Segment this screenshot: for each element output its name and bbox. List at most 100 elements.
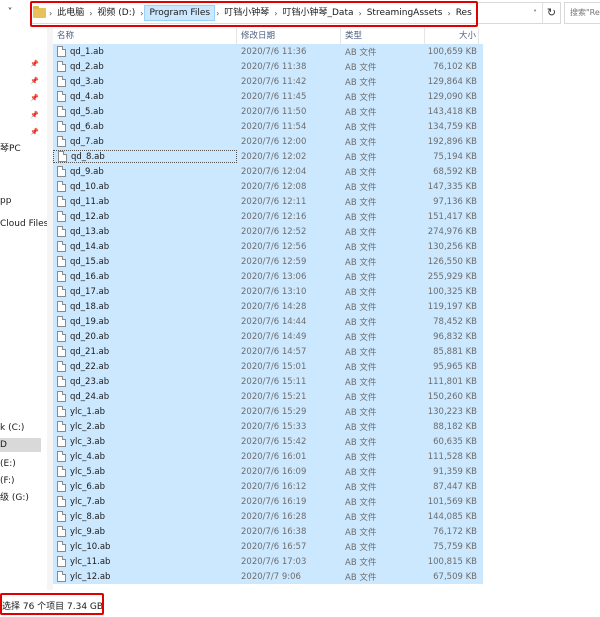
breadcrumb-data-folder[interactable]: 叮铛小钟琴_Data xyxy=(279,5,358,21)
column-header-type[interactable]: 类型 xyxy=(341,28,425,44)
file-name-cell[interactable]: qd_19.ab xyxy=(53,316,237,327)
file-row[interactable]: qd_15.ab 2020/7/6 12:59 AB 文件 126,550 KB xyxy=(53,254,483,269)
file-icon xyxy=(57,541,66,552)
file-row[interactable]: qd_2.ab 2020/7/6 11:38 AB 文件 76,102 KB xyxy=(53,59,483,74)
file-name-cell[interactable]: qd_2.ab xyxy=(53,61,237,72)
nav-item-app[interactable]: pp xyxy=(0,194,11,208)
breadcrumb-program-files[interactable]: Program Files xyxy=(144,5,216,21)
file-name-cell[interactable]: qd_17.ab xyxy=(53,286,237,297)
breadcrumb-drive-d[interactable]: 视频 (D:) xyxy=(93,5,139,21)
file-row[interactable]: ylc_3.ab 2020/7/6 15:42 AB 文件 60,635 KB xyxy=(53,434,483,449)
file-row[interactable]: ylc_5.ab 2020/7/6 16:09 AB 文件 91,359 KB xyxy=(53,464,483,479)
refresh-icon[interactable]: ↻ xyxy=(542,3,560,23)
file-row[interactable]: ylc_4.ab 2020/7/6 16:01 AB 文件 111,528 KB xyxy=(53,449,483,464)
column-header-name[interactable]: 名称 xyxy=(53,28,237,44)
file-name-cell[interactable]: qd_12.ab xyxy=(53,211,237,222)
chevron-down-icon[interactable]: ˅ xyxy=(3,6,17,20)
pin-icon: 📌 xyxy=(30,77,39,85)
file-name-cell[interactable]: ylc_4.ab xyxy=(53,451,237,462)
file-name-cell[interactable]: ylc_7.ab xyxy=(53,496,237,507)
file-name-cell[interactable]: qd_24.ab xyxy=(53,391,237,402)
file-row[interactable]: qd_10.ab 2020/7/6 12:08 AB 文件 147,335 KB xyxy=(53,179,483,194)
breadcrumb-app-folder[interactable]: 叮铛小钟琴 xyxy=(220,5,273,21)
breadcrumb-streaming-assets[interactable]: StreamingAssets xyxy=(363,5,447,21)
file-row[interactable]: ylc_7.ab 2020/7/6 16:19 AB 文件 101,569 KB xyxy=(53,494,483,509)
file-name-cell[interactable]: qd_22.ab xyxy=(53,361,237,372)
file-name-cell[interactable]: qd_21.ab xyxy=(53,346,237,357)
file-row[interactable]: ylc_12.ab 2020/7/7 9:06 AB 文件 67,509 KB xyxy=(53,569,483,584)
file-row[interactable]: qd_22.ab 2020/7/6 15:01 AB 文件 95,965 KB xyxy=(53,359,483,374)
file-name-cell[interactable]: qd_8.ab xyxy=(53,150,237,163)
file-row[interactable]: qd_20.ab 2020/7/6 14:49 AB 文件 96,832 KB xyxy=(53,329,483,344)
nav-item-drive-e[interactable]: (E:) xyxy=(0,457,16,471)
file-name-cell[interactable]: qd_7.ab xyxy=(53,136,237,147)
file-row[interactable]: qd_8.ab 2020/7/6 12:02 AB 文件 75,194 KB xyxy=(53,149,483,164)
file-row[interactable]: qd_18.ab 2020/7/6 14:28 AB 文件 119,197 KB xyxy=(53,299,483,314)
column-header-date[interactable]: 修改日期 xyxy=(237,28,341,44)
file-row[interactable]: qd_11.ab 2020/7/6 12:11 AB 文件 97,136 KB xyxy=(53,194,483,209)
file-name-cell[interactable]: qd_9.ab xyxy=(53,166,237,177)
file-name-cell[interactable]: ylc_9.ab xyxy=(53,526,237,537)
nav-item-drive-d[interactable]: D xyxy=(0,438,41,452)
file-row[interactable]: ylc_6.ab 2020/7/6 16:12 AB 文件 87,447 KB xyxy=(53,479,483,494)
file-name-cell[interactable]: qd_20.ab xyxy=(53,331,237,342)
file-name-cell[interactable]: qd_18.ab xyxy=(53,301,237,312)
file-row[interactable]: qd_4.ab 2020/7/6 11:45 AB 文件 129,090 KB xyxy=(53,89,483,104)
column-header-size[interactable]: 大小 xyxy=(425,28,479,44)
file-name-cell[interactable]: qd_16.ab xyxy=(53,271,237,282)
file-row[interactable]: qd_21.ab 2020/7/6 14:57 AB 文件 85,881 KB xyxy=(53,344,483,359)
file-name-cell[interactable]: ylc_12.ab xyxy=(53,571,237,582)
file-type: AB 文件 xyxy=(345,287,377,298)
file-row[interactable]: ylc_1.ab 2020/7/6 15:29 AB 文件 130,223 KB xyxy=(53,404,483,419)
address-bar[interactable]: › 此电脑 › 视频 (D:) › Program Files › 叮铛小钟琴 … xyxy=(30,2,561,24)
file-name-cell[interactable]: ylc_1.ab xyxy=(53,406,237,417)
file-row[interactable]: ylc_8.ab 2020/7/6 16:28 AB 文件 144,085 KB xyxy=(53,509,483,524)
file-name-cell[interactable]: ylc_11.ab xyxy=(53,556,237,567)
file-row[interactable]: qd_13.ab 2020/7/6 12:52 AB 文件 274,976 KB xyxy=(53,224,483,239)
nav-item-pc[interactable]: 琴PC xyxy=(0,142,21,156)
file-name-cell[interactable]: qd_4.ab xyxy=(53,91,237,102)
file-name-cell[interactable]: qd_15.ab xyxy=(53,256,237,267)
file-row[interactable]: ylc_9.ab 2020/7/6 16:38 AB 文件 76,172 KB xyxy=(53,524,483,539)
file-row[interactable]: qd_24.ab 2020/7/6 15:21 AB 文件 150,260 KB xyxy=(53,389,483,404)
breadcrumb-res[interactable]: Res xyxy=(452,5,476,21)
file-name: qd_24.ab xyxy=(70,391,110,402)
file-row[interactable]: ylc_10.ab 2020/7/6 16:57 AB 文件 75,759 KB xyxy=(53,539,483,554)
nav-item-cloud-files[interactable]: Cloud Files xyxy=(0,217,48,231)
search-input[interactable]: 搜索"Re xyxy=(564,2,600,24)
file-name-cell[interactable]: ylc_10.ab xyxy=(53,541,237,552)
file-row[interactable]: qd_23.ab 2020/7/6 15:11 AB 文件 111,801 KB xyxy=(53,374,483,389)
file-row[interactable]: ylc_2.ab 2020/7/6 15:33 AB 文件 88,182 KB xyxy=(53,419,483,434)
file-name-cell[interactable]: qd_5.ab xyxy=(53,106,237,117)
file-row[interactable]: ylc_11.ab 2020/7/6 17:03 AB 文件 100,815 KB xyxy=(53,554,483,569)
file-name-cell[interactable]: qd_6.ab xyxy=(53,121,237,132)
file-name-cell[interactable]: qd_23.ab xyxy=(53,376,237,387)
file-row[interactable]: qd_6.ab 2020/7/6 11:54 AB 文件 134,759 KB xyxy=(53,119,483,134)
file-row[interactable]: qd_16.ab 2020/7/6 13:06 AB 文件 255,929 KB xyxy=(53,269,483,284)
file-name-cell[interactable]: qd_3.ab xyxy=(53,76,237,87)
nav-item-drive-c[interactable]: k (C:) xyxy=(0,421,24,435)
breadcrumb-this-pc[interactable]: 此电脑 xyxy=(53,5,88,21)
file-name-cell[interactable]: qd_1.ab xyxy=(53,46,237,57)
file-name-cell[interactable]: qd_10.ab xyxy=(53,181,237,192)
file-name-cell[interactable]: qd_13.ab xyxy=(53,226,237,237)
file-name-cell[interactable]: ylc_3.ab xyxy=(53,436,237,447)
file-row[interactable]: qd_7.ab 2020/7/6 12:00 AB 文件 192,896 KB xyxy=(53,134,483,149)
chevron-down-icon[interactable]: ˅ xyxy=(528,9,542,18)
file-row[interactable]: qd_1.ab 2020/7/6 11:36 AB 文件 100,659 KB xyxy=(53,44,483,59)
file-name-cell[interactable]: ylc_8.ab xyxy=(53,511,237,522)
file-row[interactable]: qd_3.ab 2020/7/6 11:42 AB 文件 129,864 KB xyxy=(53,74,483,89)
file-name-cell[interactable]: ylc_2.ab xyxy=(53,421,237,432)
file-row[interactable]: qd_5.ab 2020/7/6 11:50 AB 文件 143,418 KB xyxy=(53,104,483,119)
file-name-cell[interactable]: ylc_6.ab xyxy=(53,481,237,492)
file-row[interactable]: qd_14.ab 2020/7/6 12:56 AB 文件 130,256 KB xyxy=(53,239,483,254)
file-name-cell[interactable]: qd_11.ab xyxy=(53,196,237,207)
file-row[interactable]: qd_9.ab 2020/7/6 12:04 AB 文件 68,592 KB xyxy=(53,164,483,179)
nav-item-drive-f[interactable]: (F:) xyxy=(0,474,15,488)
file-row[interactable]: qd_19.ab 2020/7/6 14:44 AB 文件 78,452 KB xyxy=(53,314,483,329)
nav-item-drive-g[interactable]: 级 (G:) xyxy=(0,491,29,505)
file-row[interactable]: qd_17.ab 2020/7/6 13:10 AB 文件 100,325 KB xyxy=(53,284,483,299)
file-row[interactable]: qd_12.ab 2020/7/6 12:16 AB 文件 151,417 KB xyxy=(53,209,483,224)
file-name-cell[interactable]: qd_14.ab xyxy=(53,241,237,252)
file-name-cell[interactable]: ylc_5.ab xyxy=(53,466,237,477)
